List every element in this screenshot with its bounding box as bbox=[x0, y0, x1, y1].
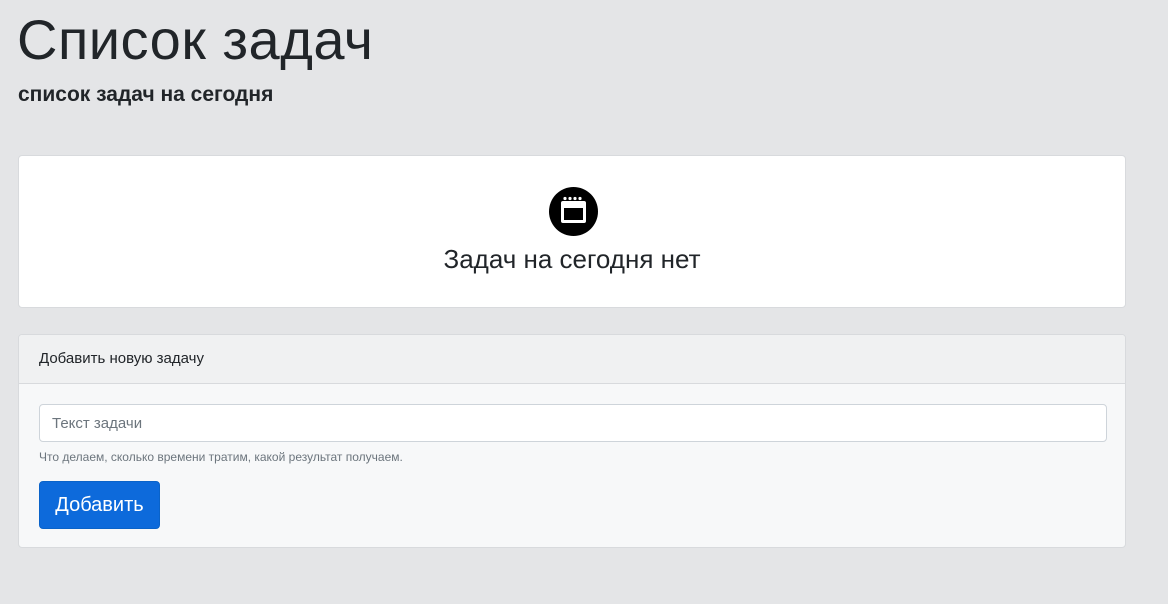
calendar-icon bbox=[549, 187, 598, 236]
empty-state-message: Задач на сегодня нет bbox=[443, 244, 701, 274]
add-task-button[interactable]: Добавить bbox=[39, 481, 160, 529]
empty-tasks-card: Задач на сегодня нет bbox=[18, 155, 1126, 308]
page-subtitle: список задач на сегодня bbox=[18, 83, 274, 106]
task-input-help: Что делаем, сколько времени тратим, како… bbox=[39, 450, 403, 464]
add-task-title: Добавить новую задачу bbox=[39, 350, 204, 367]
page-title: Список задач bbox=[17, 8, 374, 71]
task-text-input[interactable] bbox=[39, 404, 1107, 442]
add-task-header: Добавить новую задачу bbox=[19, 335, 1125, 384]
add-task-card: Добавить новую задачу Что делаем, скольк… bbox=[18, 334, 1126, 548]
